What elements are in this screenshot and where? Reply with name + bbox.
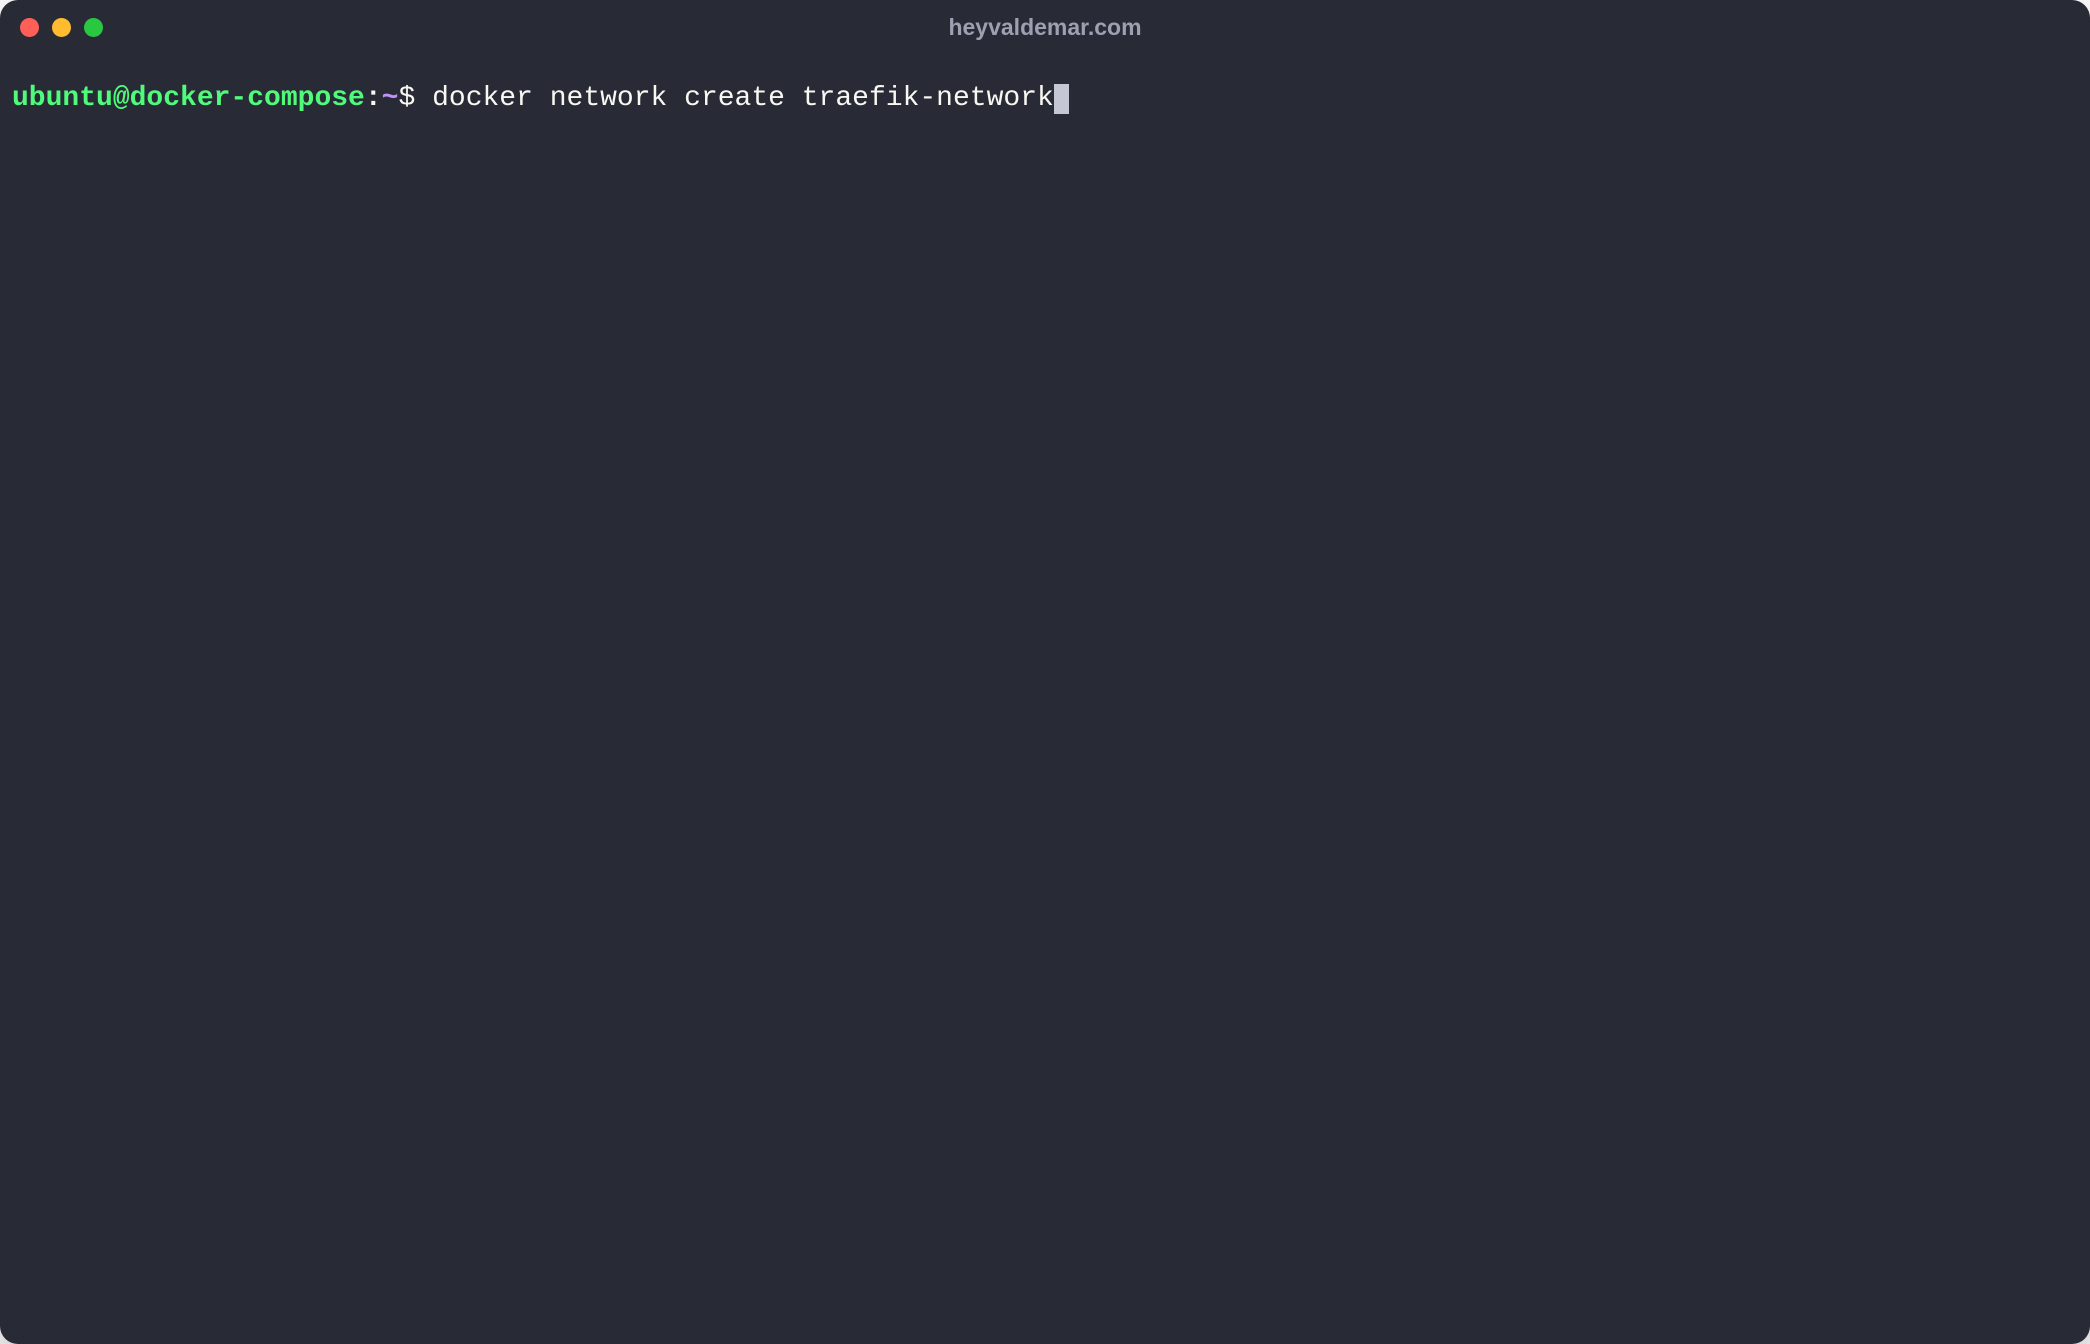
prompt-colon: : [365,78,382,120]
traffic-lights [20,18,103,37]
close-button[interactable] [20,18,39,37]
command-input[interactable]: docker network create traefik-network [432,78,1054,120]
prompt-user-host: ubuntu@docker-compose [12,78,365,120]
terminal-body[interactable]: ubuntu@docker-compose:~$ docker network … [0,54,2090,1344]
terminal-window: heyvaldemar.com ubuntu@docker-compose:~$… [0,0,2090,1344]
maximize-button[interactable] [84,18,103,37]
prompt-dollar: $ [398,78,432,120]
cursor-icon [1054,84,1069,114]
titlebar: heyvaldemar.com [0,0,2090,54]
prompt-path: ~ [382,78,399,120]
window-title: heyvaldemar.com [948,14,1141,41]
minimize-button[interactable] [52,18,71,37]
terminal-line: ubuntu@docker-compose:~$ docker network … [12,78,2078,120]
